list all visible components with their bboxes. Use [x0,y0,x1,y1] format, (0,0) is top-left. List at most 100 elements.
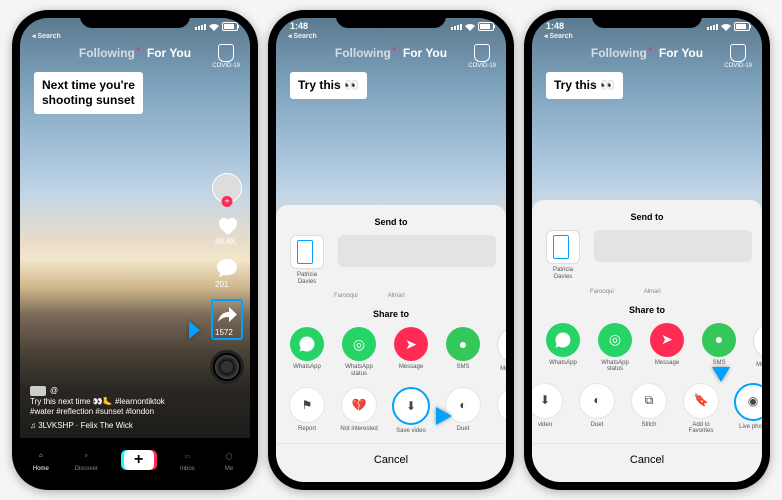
share-to-title: Share to [276,305,506,325]
tab-home[interactable]: ⌂Home [33,448,49,472]
sound-disc[interactable] [210,350,244,384]
screen-2: 1:48 ◂ Search Following● For You COVID-1… [276,18,506,482]
share-to-row[interactable]: WhatsApp ◎WhatsAppstatus ➤Message ●SMS M… [276,325,506,385]
messenger-icon [753,323,762,359]
bottom-tab-bar: ⌂Home ⌕Discover + ▭Inbox ◯Me [20,438,250,482]
whatsapp-icon [290,327,324,361]
annotation-arrow-scroll [384,401,454,436]
shield-icon [730,44,746,62]
create-button[interactable]: + [124,450,154,470]
share-whatsapp-status[interactable]: ◎WhatsAppstatus [594,323,636,373]
share-whatsapp[interactable]: WhatsApp [286,327,328,377]
live-photo-icon: ◉ [734,383,762,421]
tab-discover[interactable]: ⌕Discover [75,448,98,472]
status-back[interactable]: ◂ Search [32,32,61,40]
wifi-icon [209,23,219,31]
shield-icon [218,44,234,62]
signal-icon [451,24,462,30]
tab-following[interactable]: Following● [79,46,135,60]
share-message[interactable]: ➤Message [646,323,688,373]
send-contacts-blurred [594,230,752,262]
share-whatsapp[interactable]: WhatsApp [542,323,584,373]
send-to-row[interactable]: PatriciaDavies [532,228,762,288]
sound-row[interactable]: ♫ 3LVKSHP · Felix The Wick [30,421,195,432]
broken-heart-icon: 💔 [341,387,377,423]
whatsapp-icon [546,323,580,357]
profile-icon: ◯ [221,448,237,464]
notch [592,10,702,28]
share-to-title: Share to [532,301,762,321]
battery-icon [734,22,750,31]
signal-icon [707,24,718,30]
action-report[interactable]: ⚑Report [286,387,328,435]
share-messenger[interactable]: Messenger [750,323,762,373]
share-message[interactable]: ➤Message [390,327,432,377]
screen-3: 1:48 ◂ Search Following● For You COVID-1… [532,18,762,482]
username-row[interactable]: @ [30,386,195,397]
action-stitch[interactable]: ⧉Stitch [494,387,506,435]
phone-frame-1: ◂ Search Following● For You COVID-19 Nex… [12,10,258,490]
action-save-video[interactable]: ⬇video [532,383,566,435]
cancel-button[interactable]: Cancel [532,443,762,482]
action-live-photo[interactable]: ◉Live photo [732,383,762,435]
tab-following[interactable]: Following● [591,46,647,60]
tab-foryou[interactable]: For You [147,46,191,60]
notch [80,10,190,28]
right-action-rail: + 48,6K 201 1572 [210,173,244,384]
annotation-arrow-livephoto [704,327,738,390]
wifi-icon [465,23,475,31]
tab-me[interactable]: ◯Me [221,448,237,472]
tab-inbox[interactable]: ▭Inbox [179,448,195,472]
action-duet[interactable]: ◐Duet [576,383,618,435]
tab-foryou[interactable]: For You [403,46,447,60]
status-time: 1:48 [290,21,308,31]
status-icons [707,22,750,31]
send-to-title: Send to [532,208,762,228]
like-button[interactable]: 48,6K [215,213,239,246]
stitch-icon: ⧉ [497,387,506,423]
share-sheet: Send to PatriciaDavies Farooqui Almari S… [276,205,506,482]
follow-plus-icon[interactable]: + [222,196,233,207]
status-back[interactable]: ◂ Search [288,32,317,40]
whatsapp-status-icon: ◎ [342,327,376,361]
covid-badge[interactable]: COVID-19 [212,44,240,69]
duet-icon: ◐ [579,383,615,419]
video-meta: @ Try this next time 👀🦶 #learnontiktok#w… [30,386,195,432]
share-messenger[interactable]: Messenger [494,327,506,377]
action-not-interested[interactable]: 💔Not interested [338,387,380,435]
send-to-row[interactable]: PatriciaDavies [276,233,506,293]
send-contact-patricia[interactable]: PatriciaDavies [542,230,584,280]
wifi-icon [721,23,731,31]
action-add-favorites[interactable]: 🔖Add toFavorites [680,383,722,435]
signal-icon [195,24,206,30]
flag-icon: ⚑ [289,387,325,423]
tab-following[interactable]: Following● [335,46,391,60]
shield-icon [474,44,490,62]
cancel-button[interactable]: Cancel [276,443,506,482]
status-icons [451,22,494,31]
status-back[interactable]: ◂ Search [544,32,573,40]
share-whatsapp-status[interactable]: ◎WhatsAppstatus [338,327,380,377]
video-caption-overlay: Next time you'reshooting sunset [34,72,143,114]
share-sheet: Send to PatriciaDavies Farooqui Almari S… [532,200,762,482]
action-stitch[interactable]: ⧉Stitch [628,383,670,435]
battery-icon [222,22,238,31]
phone-frame-3: 1:48 ◂ Search Following● For You COVID-1… [524,10,770,490]
covid-badge[interactable]: COVID-19 [724,44,752,69]
search-icon: ⌕ [78,448,94,464]
caption-text[interactable]: Try this next time 👀🦶 #learnontiktok#wat… [30,397,195,419]
covid-badge[interactable]: COVID-19 [468,44,496,69]
comment-button[interactable]: 201 [215,256,239,289]
share-sms[interactable]: ●SMS [442,327,484,377]
inbox-icon: ▭ [179,448,195,464]
send-contact-patricia[interactable]: PatriciaDavies [286,235,328,285]
battery-icon [478,22,494,31]
tab-foryou[interactable]: For You [659,46,703,60]
message-icon: ➤ [394,327,428,361]
creator-avatar[interactable]: + [212,173,242,203]
action-row-scrolled[interactable]: ⬇video ◐Duet ⧉Stitch 🔖Add toFavorites ◉L… [532,381,762,443]
share-button[interactable]: 1572 [211,299,243,340]
download-icon: ⬇ [532,383,563,419]
status-icons [195,22,238,31]
stitch-icon: ⧉ [631,383,667,419]
